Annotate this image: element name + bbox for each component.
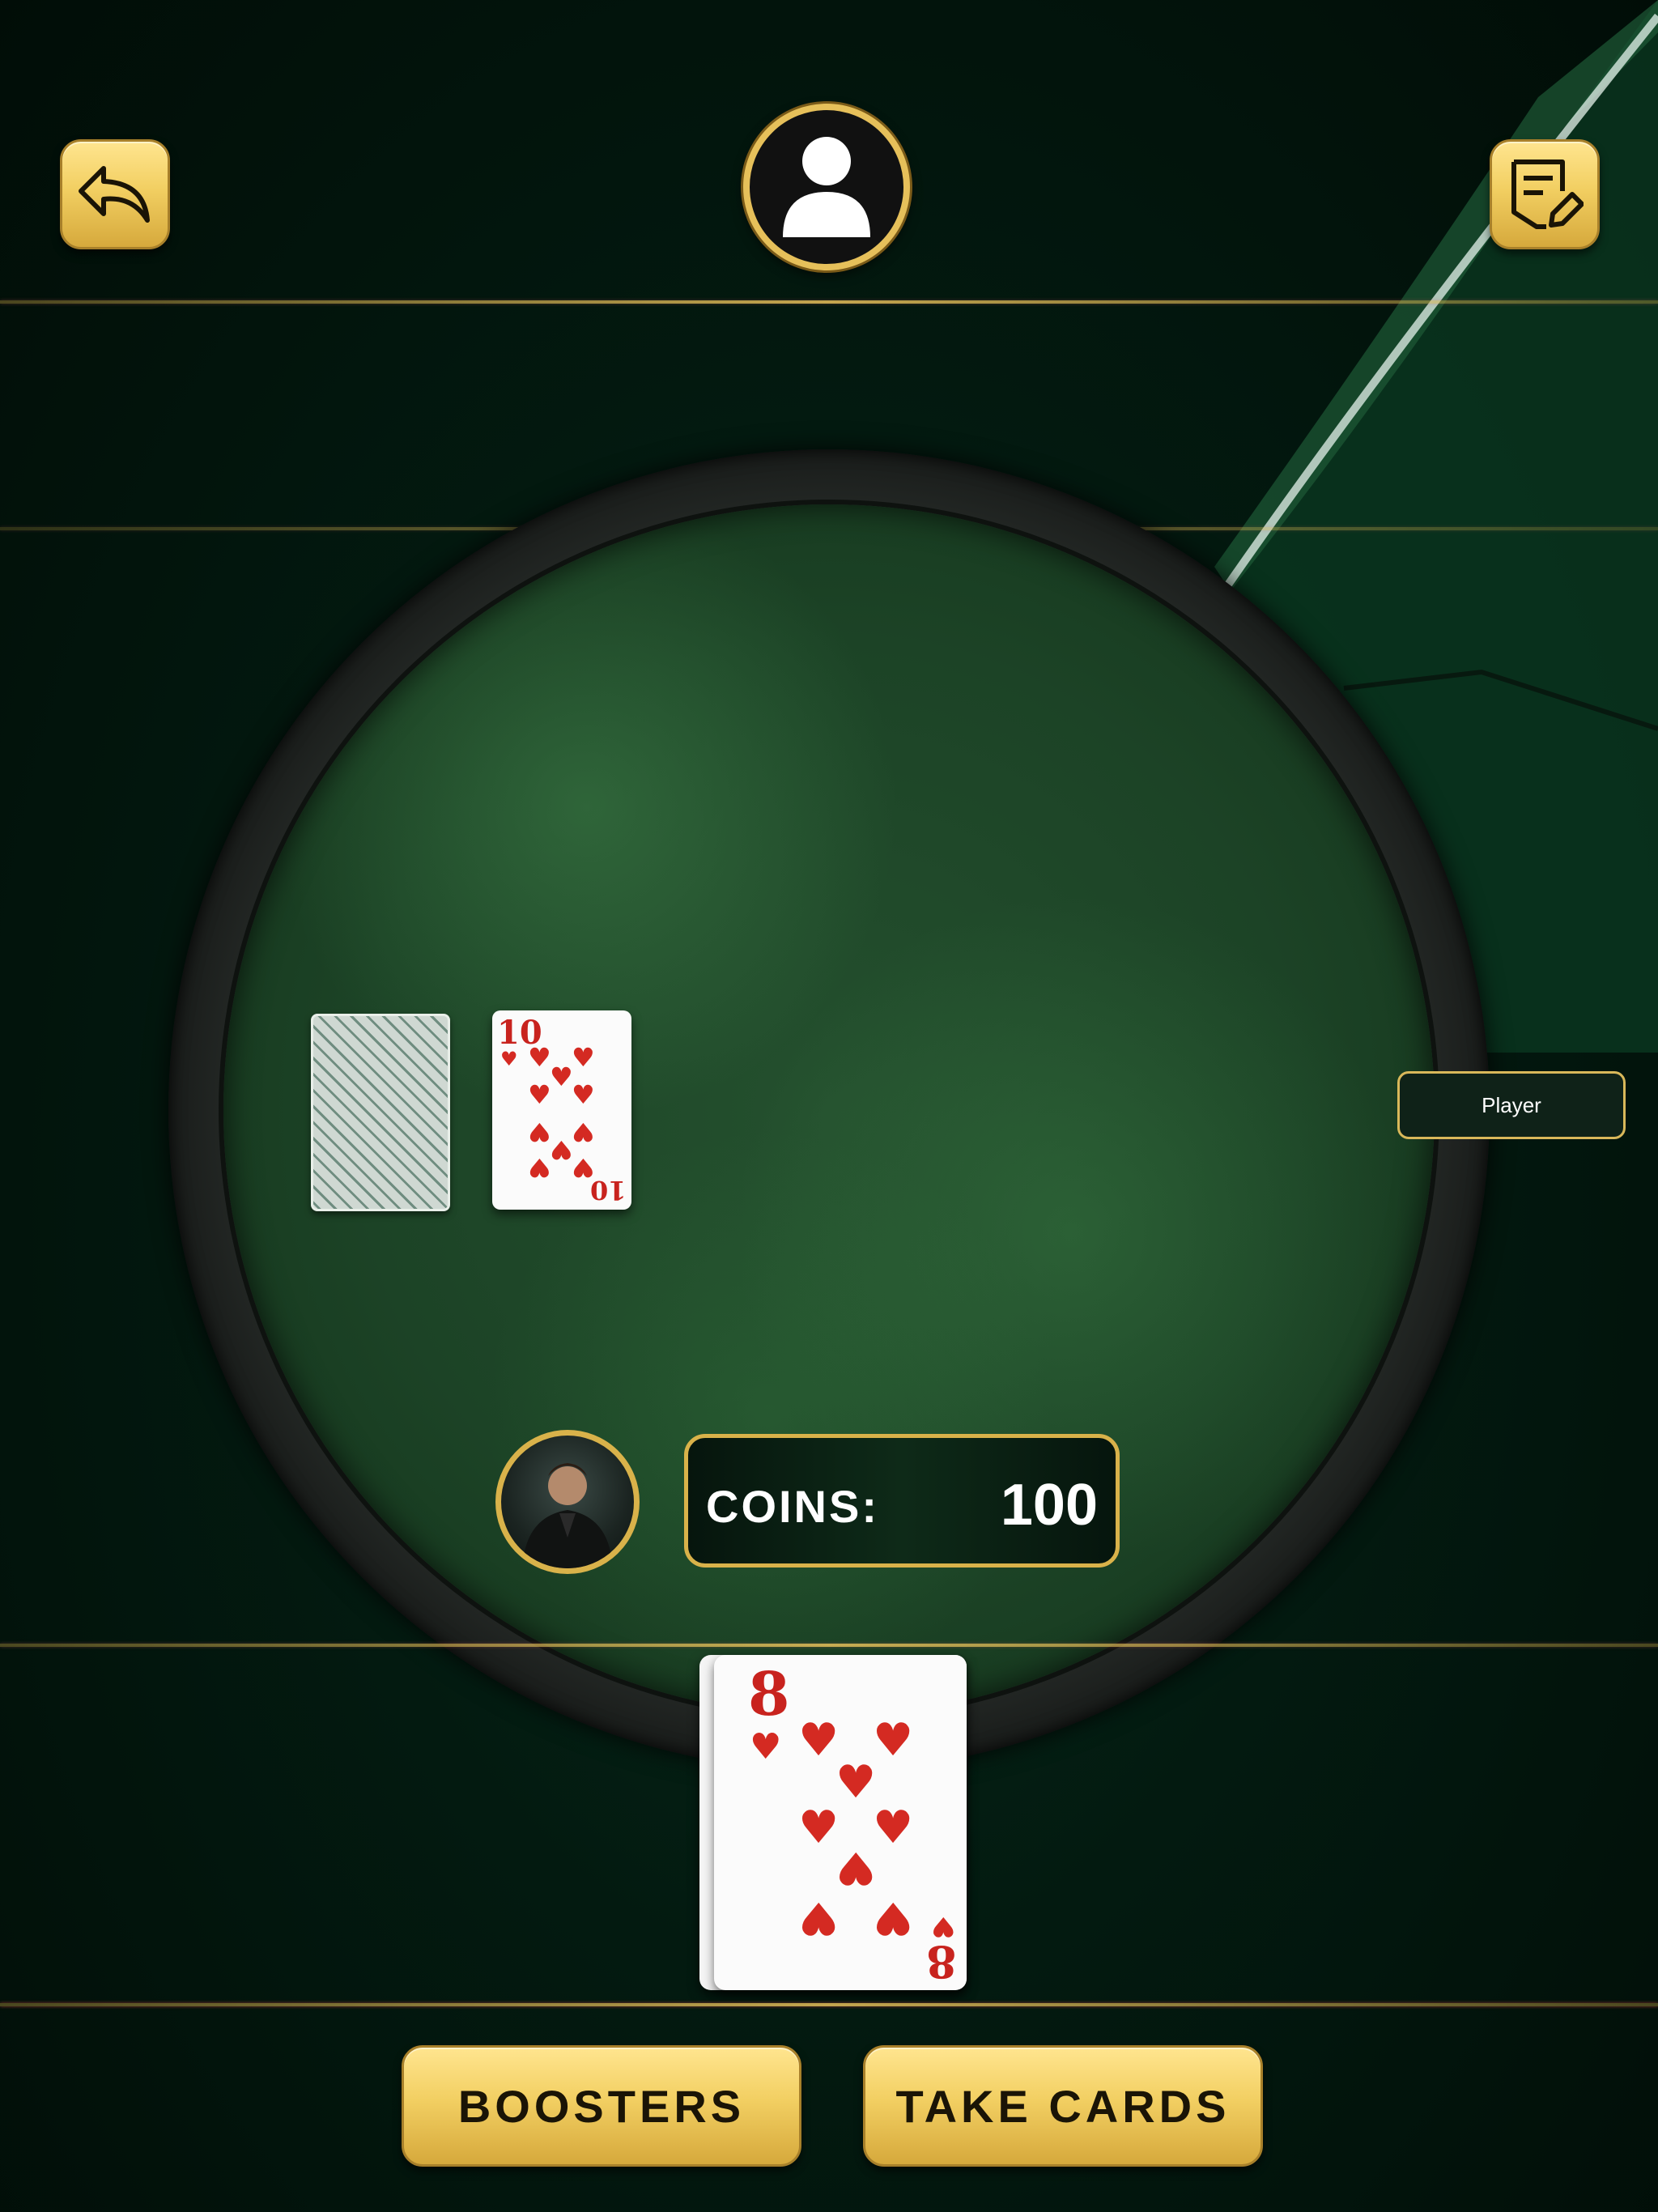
heart-icon: ♥ bbox=[500, 1048, 518, 1070]
undo-arrow-icon bbox=[79, 166, 150, 223]
take-cards-label: TAKE CARDS bbox=[895, 2080, 1231, 2132]
card-rank-bottom: 10 bbox=[590, 1175, 627, 1206]
heart-icon: ♥ bbox=[798, 1714, 840, 1767]
heart-icon: ♥ bbox=[750, 1726, 782, 1767]
heart-icon: ♥ bbox=[528, 1079, 551, 1110]
heart-icon: ♥ bbox=[572, 1042, 595, 1073]
divider-line bbox=[0, 1644, 1658, 1647]
back-button[interactable] bbox=[60, 139, 170, 249]
opponent-label: Player bbox=[1482, 1092, 1541, 1117]
divider-line bbox=[0, 2003, 1658, 2006]
heart-icon: ♥ bbox=[528, 1117, 551, 1147]
heart-icon: ♥ bbox=[873, 1714, 914, 1767]
coins-label: COINS: bbox=[706, 1481, 879, 1532]
heart-icon: ♥ bbox=[550, 1061, 573, 1092]
card-rank: 8 bbox=[748, 1660, 790, 1729]
coins-panel: COINS: 100 bbox=[684, 1434, 1120, 1568]
divider-line bbox=[0, 300, 1658, 304]
player-avatar[interactable] bbox=[495, 1430, 640, 1574]
heart-icon: ♥ bbox=[835, 1756, 877, 1809]
take-cards-button[interactable]: TAKE CARDS bbox=[863, 2045, 1263, 2167]
boosters-button[interactable]: BOOSTERS bbox=[402, 2045, 801, 2167]
played-card-ten-of-hearts: 10 ♥ ♥ ♥ ♥ ♥ ♥ ♥ ♥ ♥ ♥ ♥ 10 bbox=[492, 1010, 631, 1210]
heart-icon: ♥ bbox=[798, 1891, 840, 1944]
heart-icon: ♥ bbox=[572, 1117, 595, 1147]
heart-icon: ♥ bbox=[528, 1042, 551, 1073]
opponent-name-tag: Player bbox=[1397, 1071, 1626, 1139]
hand-card-eight-of-hearts[interactable]: 8 ♥ ♥ ♥ ♥ ♥ ♥ ♥ ♥ ♥ ♥ 8 bbox=[714, 1655, 967, 1990]
heart-icon: ♥ bbox=[835, 1841, 877, 1894]
note-edit-icon bbox=[1511, 160, 1584, 229]
heart-icon: ♥ bbox=[528, 1152, 551, 1183]
card-rank-bottom: 8 bbox=[926, 1936, 957, 1988]
coins-value: 100 bbox=[1000, 1473, 1098, 1538]
player-portrait-icon bbox=[522, 1463, 613, 1568]
boosters-label: BOOSTERS bbox=[457, 2080, 746, 2132]
heart-icon: ♥ bbox=[873, 1802, 914, 1854]
profile-avatar-button[interactable] bbox=[743, 104, 910, 270]
heart-icon: ♥ bbox=[873, 1891, 914, 1944]
draw-deck-card[interactable] bbox=[311, 1014, 450, 1211]
heart-icon: ♥ bbox=[798, 1802, 840, 1854]
heart-icon: ♥ bbox=[550, 1134, 573, 1165]
user-silhouette-icon bbox=[783, 137, 870, 237]
notes-button[interactable] bbox=[1490, 139, 1600, 249]
heart-icon: ♥ bbox=[572, 1079, 595, 1110]
